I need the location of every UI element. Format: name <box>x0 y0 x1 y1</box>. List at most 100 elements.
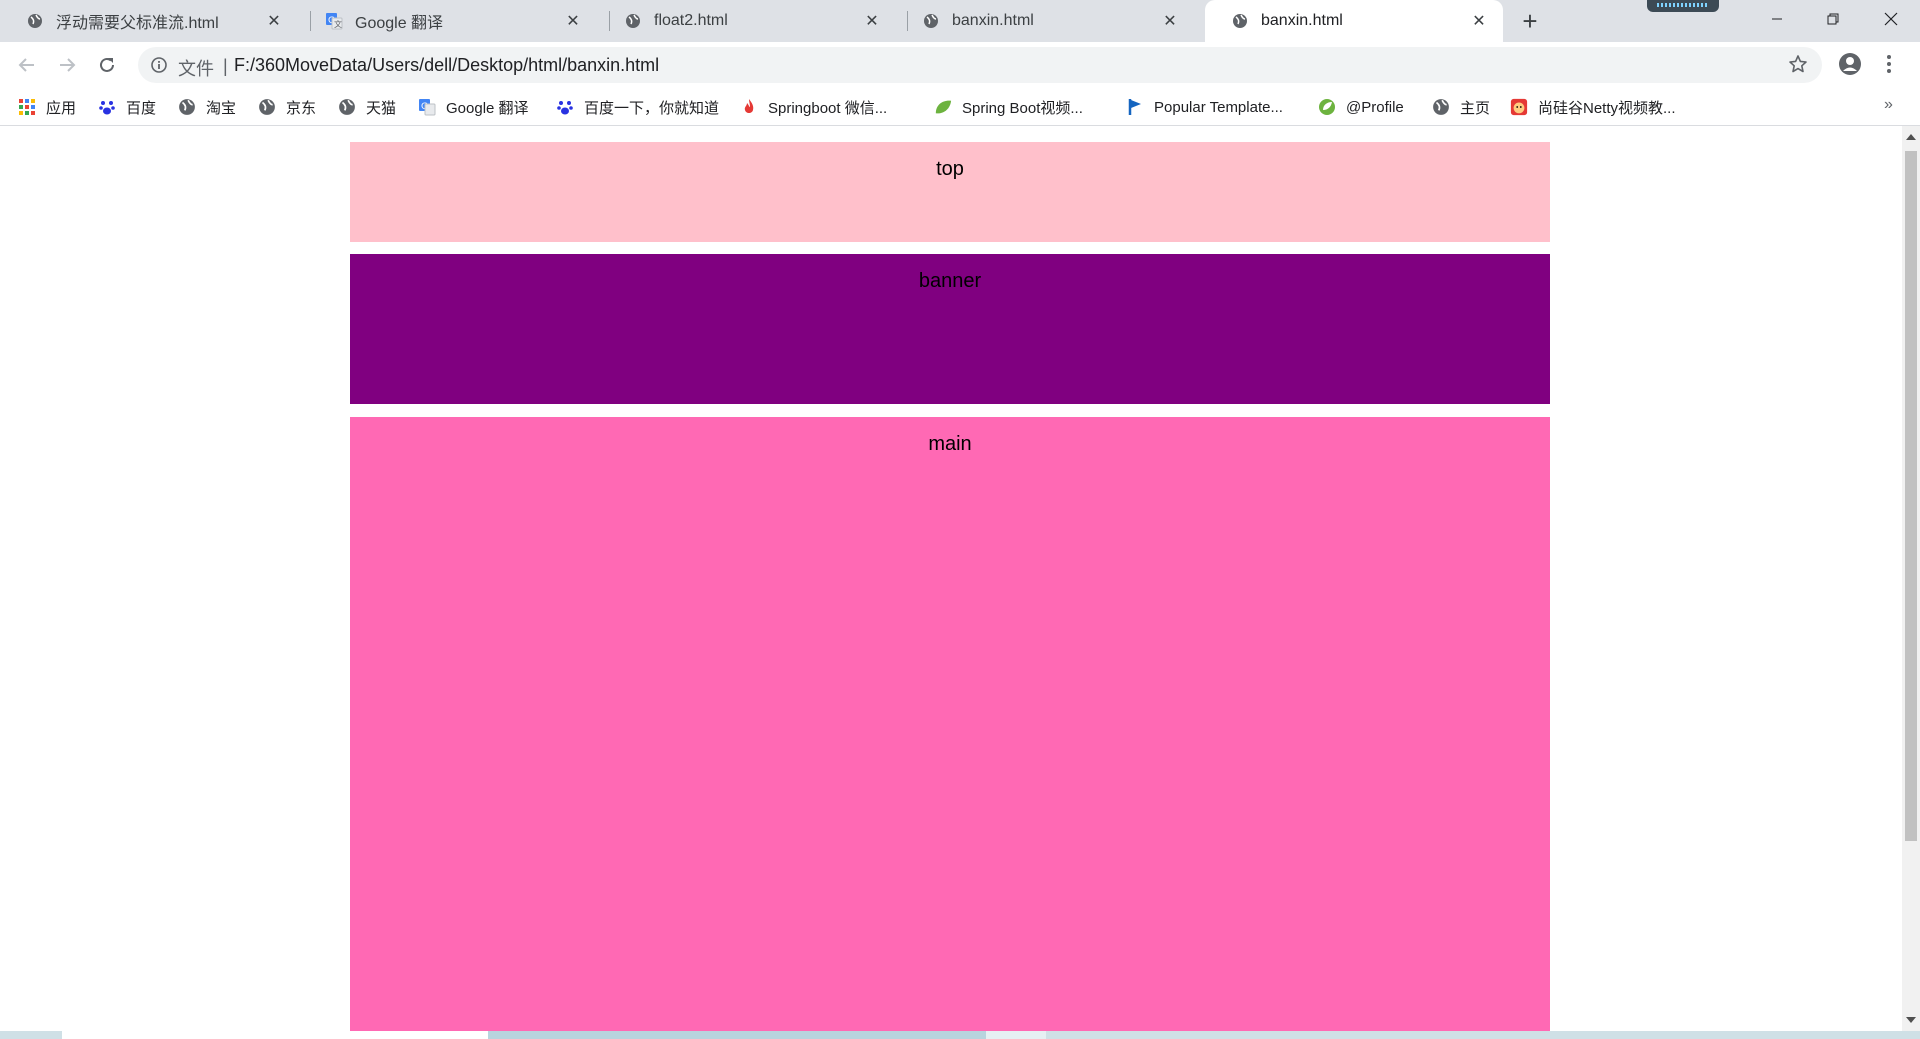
bookmark-star-icon[interactable] <box>1788 54 1808 79</box>
mascot-icon <box>1510 98 1528 116</box>
minimize-icon <box>1772 18 1782 20</box>
baidu-paw-icon <box>556 98 574 116</box>
taskbar-segment <box>488 1031 986 1039</box>
scroll-up-arrow-icon[interactable] <box>1906 134 1916 140</box>
svg-text:文: 文 <box>334 19 342 29</box>
globe-icon <box>1231 12 1249 30</box>
leaf-icon <box>934 98 952 116</box>
bookmark-label: Spring Boot视频... <box>962 99 1083 117</box>
bookmark-label: 淘宝 <box>206 99 237 117</box>
close-window-button[interactable] <box>1868 0 1914 38</box>
bookmarks-bar: 应用 百度 淘宝 京东 天猫 G Google 翻译 百度一下，你就知道 Spr… <box>0 88 1920 126</box>
bookmark-label: 应用 <box>46 99 77 117</box>
tab-close-button[interactable]: ✕ <box>563 11 583 31</box>
bookmark-label: 百度一下，你就知道 <box>584 99 720 117</box>
globe-icon <box>922 12 940 30</box>
google-translate-icon: G <box>418 98 436 116</box>
banner-block: banner <box>350 254 1550 404</box>
minimize-button[interactable] <box>1754 0 1800 38</box>
tab-close-button[interactable]: ✕ <box>1160 11 1180 31</box>
globe-icon <box>1432 98 1450 116</box>
scheme-label: 文件 <box>178 59 214 79</box>
bookmark-home[interactable]: 主页 <box>1432 97 1490 117</box>
tab-title: banxin.html <box>952 12 1034 29</box>
taskbar-segment <box>986 1031 1046 1039</box>
bookmark-label: 主页 <box>1460 99 1491 117</box>
page-viewport: top banner main <box>0 126 1902 1031</box>
apps-grid-icon <box>18 98 36 116</box>
bookmark-taobao[interactable]: 淘宝 <box>178 97 236 117</box>
more-menu-icon[interactable] <box>1886 54 1892 79</box>
vertical-scrollbar[interactable] <box>1902 126 1920 1031</box>
spring-icon <box>1318 98 1336 116</box>
bookmark-label: 京东 <box>286 99 317 117</box>
tab-title: banxin.html <box>1261 12 1343 29</box>
globe-icon <box>26 12 44 30</box>
banner-label: banner <box>918 270 982 292</box>
toolbar: 文件 | F:/360MoveData/Users/dell/Desktop/h… <box>0 42 1920 88</box>
bookmark-google-translate[interactable]: G Google 翻译 <box>418 97 529 117</box>
bookmark-springboot-wechat[interactable]: Springboot 微信... <box>740 97 887 117</box>
close-icon <box>1884 12 1898 26</box>
flag-icon <box>1126 98 1144 116</box>
globe-icon <box>338 98 356 116</box>
reload-button[interactable] <box>92 50 122 80</box>
baidu-paw-icon <box>98 98 116 116</box>
tab-1[interactable]: 浮动需要父标准流.html ✕ <box>0 0 298 42</box>
scheme-divider: | <box>223 56 228 76</box>
tab-3[interactable]: float2.html ✕ <box>598 0 896 42</box>
tab-5-active[interactable]: banxin.html ✕ <box>1205 0 1503 42</box>
bookmark-tmall[interactable]: 天猫 <box>338 97 396 117</box>
tab-2[interactable]: G文 Google 翻译 ✕ <box>299 0 597 42</box>
bookmark-label: 尚硅谷Netty视频教... <box>1538 99 1676 117</box>
bookmark-jd[interactable]: 京东 <box>258 97 316 117</box>
scrollbar-thumb[interactable] <box>1905 151 1917 841</box>
tab-4[interactable]: banxin.html ✕ <box>896 0 1194 42</box>
address-bar[interactable]: 文件 | F:/360MoveData/Users/dell/Desktop/h… <box>138 47 1822 83</box>
forward-arrow-icon <box>60 58 76 72</box>
tab-close-button[interactable]: ✕ <box>1469 11 1489 31</box>
bookmark-label: Springboot 微信... <box>768 99 888 117</box>
url-text[interactable]: F:/360MoveData/Users/dell/Desktop/html/b… <box>234 55 659 76</box>
bookmark-baidu[interactable]: 百度 <box>98 97 156 117</box>
globe-icon <box>624 12 642 30</box>
scroll-down-arrow-icon[interactable] <box>1906 1017 1916 1023</box>
window-indicator <box>1647 0 1719 12</box>
tab-title: 浮动需要父标准流.html <box>56 15 219 32</box>
main-block: main <box>350 417 1550 1031</box>
globe-icon <box>258 98 276 116</box>
bookmark-label: Popular Template... <box>1154 98 1283 116</box>
tab-strip: 浮动需要父标准流.html ✕ G文 Google 翻译 ✕ float2.ht… <box>0 0 1920 42</box>
bookmark-popular-template[interactable]: Popular Template... <box>1126 97 1283 117</box>
main-label: main <box>928 433 972 455</box>
bookmark-baidu-search[interactable]: 百度一下，你就知道 <box>556 97 719 117</box>
back-arrow-icon <box>18 58 34 72</box>
bookmark-label: @Profile <box>1346 98 1404 116</box>
google-translate-icon: G文 <box>325 12 343 30</box>
account-icon[interactable] <box>1838 52 1862 81</box>
bookmarks-overflow-button[interactable]: » <box>1884 96 1893 114</box>
info-icon[interactable] <box>150 56 168 79</box>
bookmark-profile[interactable]: @Profile <box>1318 97 1404 117</box>
flame-icon <box>740 98 758 116</box>
globe-icon <box>178 98 196 116</box>
new-tab-button[interactable]: + <box>1516 6 1544 36</box>
top-block: top <box>350 142 1550 242</box>
bookmark-label: 天猫 <box>366 99 397 117</box>
bookmark-spring-boot-video[interactable]: Spring Boot视频... <box>934 97 1083 117</box>
taskbar-strip <box>0 1031 1920 1039</box>
bookmark-label: Google 翻译 <box>446 99 529 117</box>
restore-button[interactable] <box>1810 0 1856 38</box>
forward-button[interactable] <box>52 50 82 80</box>
bookmark-apps[interactable]: 应用 <box>18 97 76 117</box>
bookmark-netty-video[interactable]: 尚硅谷Netty视频教... <box>1510 97 1676 117</box>
back-button[interactable] <box>12 50 42 80</box>
reload-icon <box>100 57 114 72</box>
restore-icon <box>1827 13 1839 25</box>
tab-close-button[interactable]: ✕ <box>264 11 284 31</box>
tab-title: Google 翻译 <box>355 15 444 32</box>
tab-title: float2.html <box>654 12 728 29</box>
taskbar-segment <box>62 1031 488 1039</box>
tab-close-button[interactable]: ✕ <box>862 11 882 31</box>
bookmark-label: 百度 <box>126 99 157 117</box>
